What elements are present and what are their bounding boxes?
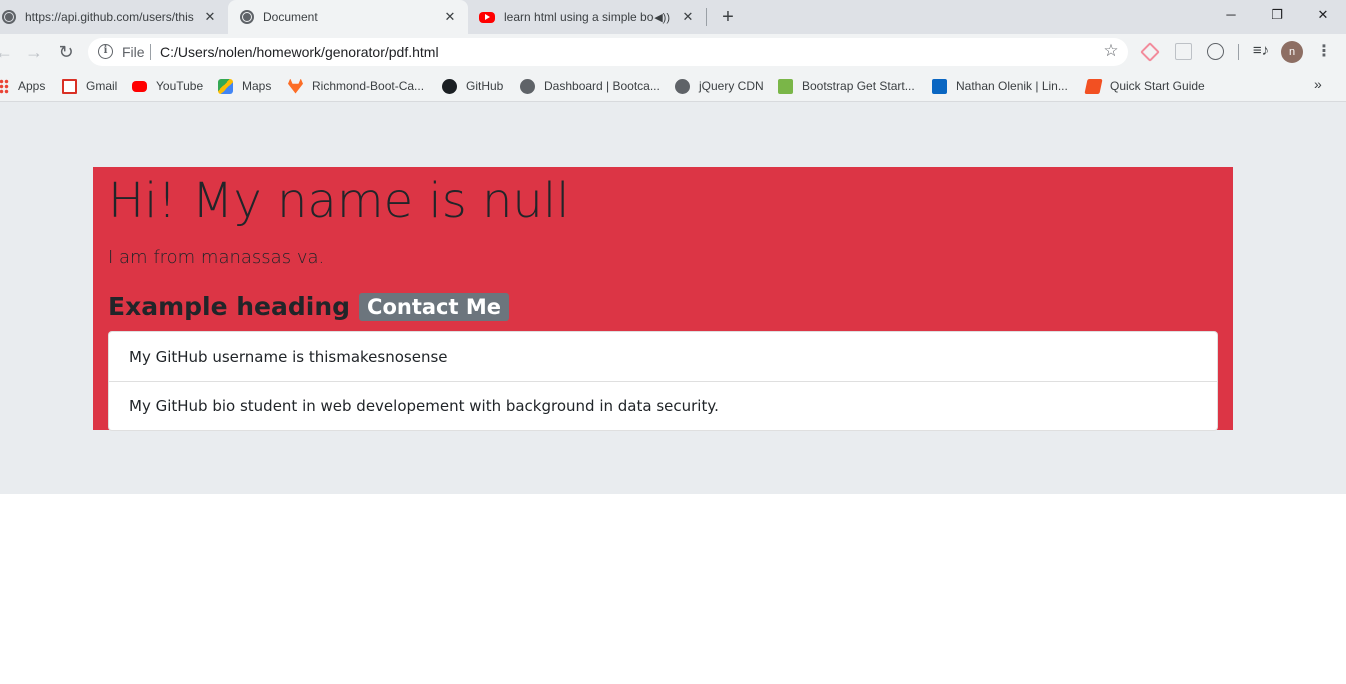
bookmark-label: GitHub (466, 79, 504, 93)
list-item: My GitHub bio student in web developemen… (109, 381, 1217, 430)
bookmark-label: jQuery CDN (699, 79, 764, 93)
bookmark-gmail[interactable]: Gmail (62, 76, 117, 96)
close-window-button[interactable]: ✕ (1300, 0, 1346, 30)
bookmark-label: Nathan Olenik | Lin... (956, 79, 1068, 93)
toolbar-divider (1238, 44, 1239, 60)
extension-icon[interactable] (1140, 41, 1160, 61)
profile-avatar[interactable]: n (1281, 41, 1303, 63)
bookmark-label: Gmail (86, 79, 118, 93)
bookmark-quick-start[interactable]: Quick Start Guide (1084, 76, 1205, 96)
scheme-label: File (122, 44, 145, 60)
bookmark-youtube[interactable]: YouTube (132, 76, 203, 96)
bookmarks-bar: Apps Gmail YouTube Maps Richmond-Boot-Ca… (0, 70, 1346, 102)
bookmark-label: Richmond-Boot-Ca... (312, 79, 425, 93)
bookmark-label: Quick Start Guide (1110, 79, 1205, 93)
tab-github-api[interactable]: https://api.github.com/users/this ✕ (0, 0, 228, 34)
bookmark-jquery[interactable]: jQuery CDN (675, 76, 764, 96)
close-tab-icon[interactable]: ✕ (202, 9, 218, 25)
reload-button[interactable]: ↻ (52, 38, 80, 66)
bookmark-label: Dashboard | Bootca... (544, 79, 660, 93)
bookmark-label: Maps (242, 79, 272, 93)
media-control-icon[interactable]: ≡♪ (1250, 40, 1272, 62)
close-tab-icon[interactable]: ✕ (442, 9, 458, 25)
tab-title: Document (263, 10, 318, 24)
location-text: I am from manassas va. (108, 247, 325, 268)
page-heading: Hi! My name is null (108, 173, 570, 229)
tab-youtube-video[interactable]: learn html using a simple boo ◀)) ✕ (468, 0, 704, 34)
extension-icon[interactable] (1205, 41, 1225, 61)
list-item: My GitHub username is thismakesnosense (129, 347, 448, 366)
minimize-button[interactable]: ─ (1208, 0, 1254, 30)
info-icon[interactable]: i (98, 44, 113, 59)
contact-me-badge[interactable]: Contact Me (359, 292, 509, 321)
address-bar[interactable]: i File C:/Users/nolen/homework/genorator… (88, 38, 1128, 66)
forward-button[interactable]: → (20, 38, 48, 66)
tab-title: learn html using a simple boo (504, 10, 655, 24)
extension-icon[interactable] (1173, 41, 1193, 61)
gitlab-icon (288, 78, 303, 94)
bookmarks-overflow-icon[interactable]: » (1314, 76, 1322, 92)
omnibox-separator (150, 44, 151, 60)
github-icon (442, 78, 457, 94)
tab-title: https://api.github.com/users/this (25, 10, 194, 24)
bookmark-label: YouTube (156, 79, 204, 93)
browser-menu-icon[interactable]: ⋮ (1314, 40, 1334, 64)
globe-icon (520, 78, 535, 94)
new-tab-button[interactable]: + (716, 5, 740, 29)
bookmark-label: Bootstrap Get Start... (802, 79, 915, 93)
maps-icon (218, 78, 233, 94)
url-text[interactable]: C:/Users/nolen/homework/genorator/pdf.ht… (160, 44, 439, 60)
globe-icon (2, 10, 16, 24)
bookmark-linkedin[interactable]: Nathan Olenik | Lin... (932, 76, 1068, 96)
bookmark-github[interactable]: GitHub (442, 76, 503, 96)
bookmark-dashboard[interactable]: Dashboard | Bootca... (520, 76, 660, 96)
tab-document[interactable]: Document ✕ (228, 0, 468, 34)
youtube-icon (132, 80, 147, 92)
globe-icon (675, 78, 690, 94)
jumbotron: Hi! My name is null I am from manassas v… (93, 167, 1233, 431)
youtube-icon (479, 11, 495, 23)
github-info-list: My GitHub username is thismakesnosense M… (108, 331, 1218, 431)
speaker-icon[interactable]: ◀)) (654, 11, 670, 24)
bookmark-bootstrap[interactable]: Bootstrap Get Start... (778, 76, 915, 96)
restore-button[interactable]: ❐ (1254, 0, 1300, 30)
bookmark-apps[interactable]: Apps (0, 76, 45, 96)
bookmark-maps[interactable]: Maps (218, 76, 271, 96)
bookmark-richmond[interactable]: Richmond-Boot-Ca... (288, 76, 424, 96)
bookmark-label: Apps (18, 79, 46, 93)
section-heading: Example heading Contact Me (108, 292, 509, 321)
apps-icon (0, 78, 9, 94)
tab-strip: https://api.github.com/users/this ✕ Docu… (0, 0, 1346, 34)
back-button[interactable]: ← (0, 38, 18, 66)
bootstrap-icon (778, 78, 793, 94)
close-tab-icon[interactable]: ✕ (680, 9, 696, 25)
gmail-icon (62, 78, 77, 94)
quickstart-icon (1084, 78, 1103, 94)
bookmark-star-icon[interactable]: ☆ (1100, 38, 1122, 64)
linkedin-icon (932, 78, 947, 94)
globe-icon (240, 10, 254, 24)
tab-separator (706, 8, 707, 26)
section-heading-text: Example heading (108, 292, 351, 321)
